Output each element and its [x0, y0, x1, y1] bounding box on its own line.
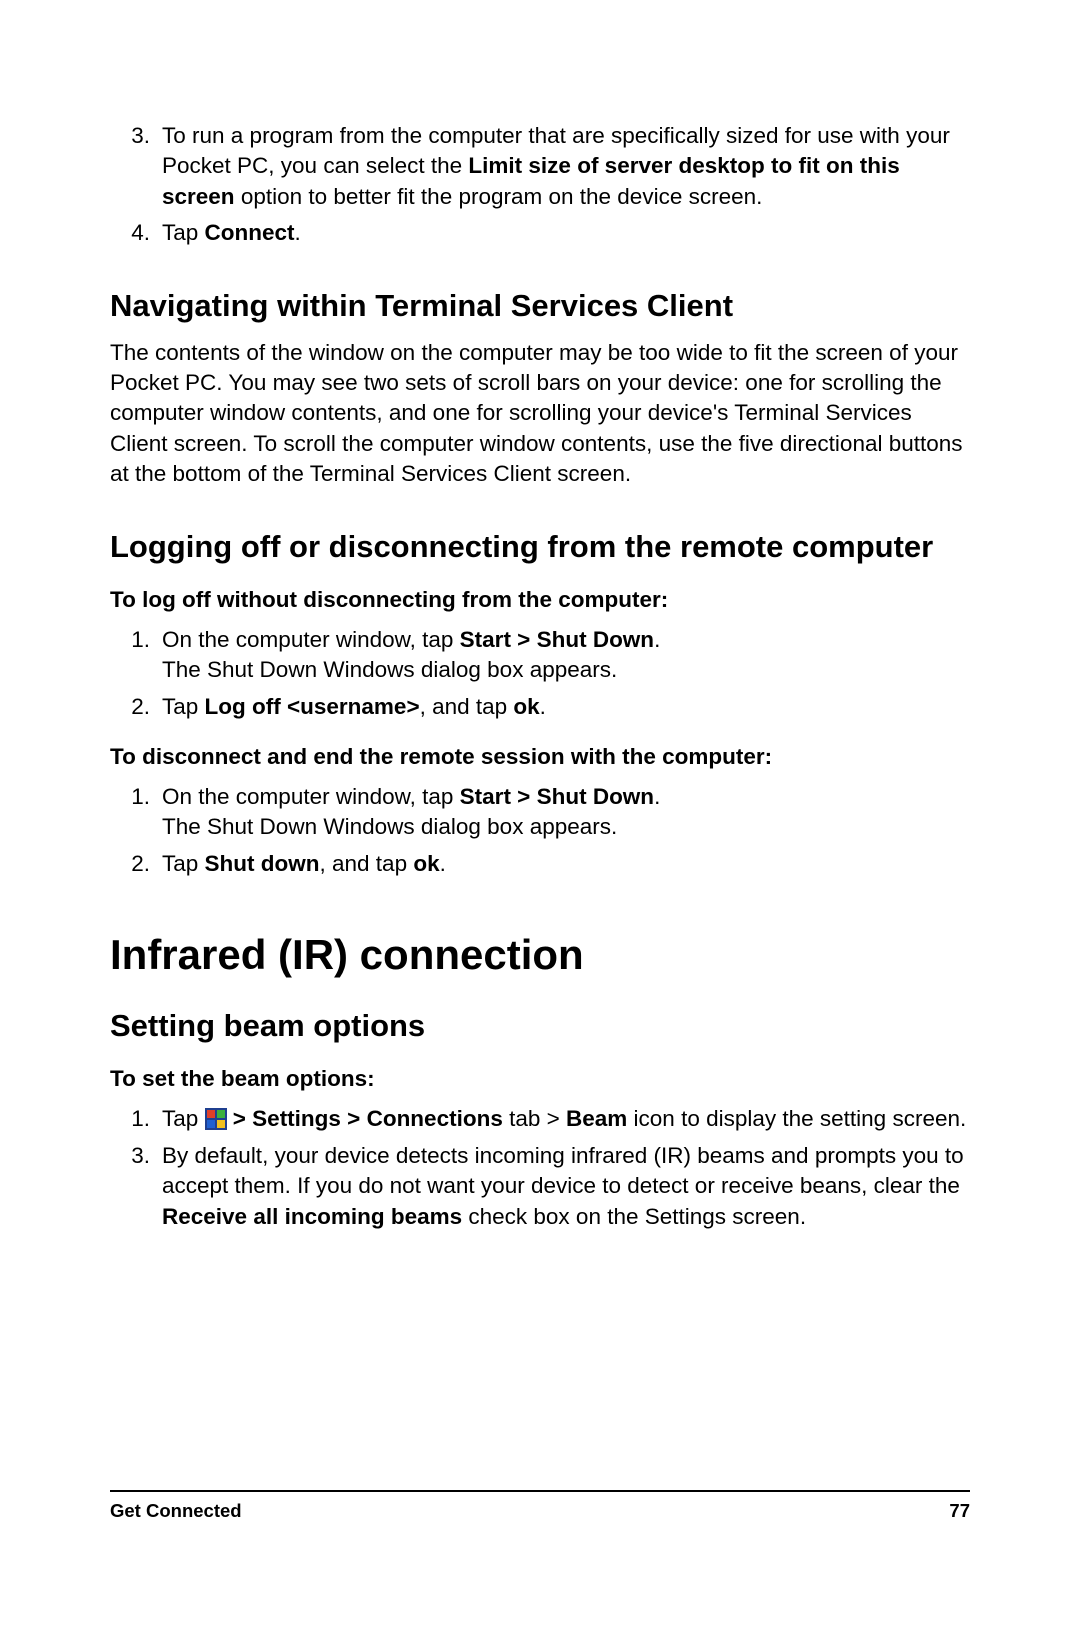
section-heading-navigating: Navigating within Terminal Services Clie…	[110, 287, 970, 324]
list-body: Tap Connect.	[162, 218, 970, 248]
chapter-heading-infrared: Infrared (IR) connection	[110, 931, 970, 979]
footer-section-title: Get Connected	[110, 1500, 242, 1522]
body-paragraph: The contents of the window on the comput…	[110, 338, 970, 490]
list-marker: 1.	[110, 782, 162, 843]
text: .	[654, 627, 660, 652]
text: On the computer window, tap	[162, 627, 460, 652]
list-body: On the computer window, tap Start > Shut…	[162, 625, 970, 686]
list-body: On the computer window, tap Start > Shut…	[162, 782, 970, 843]
text: On the computer window, tap	[162, 784, 460, 809]
text: , and tap	[320, 851, 414, 876]
text: The Shut Down Windows dialog box appears…	[162, 814, 617, 839]
text: Tap	[162, 1106, 205, 1131]
list-marker: 1.	[110, 1104, 162, 1134]
bold-text: Receive all incoming beams	[162, 1204, 462, 1229]
text: The Shut Down Windows dialog box appears…	[162, 657, 617, 682]
list-body: Tap > Settings > Connections tab > Beam …	[162, 1104, 970, 1134]
text: .	[440, 851, 446, 876]
list-marker: 1.	[110, 625, 162, 686]
list-body: To run a program from the computer that …	[162, 121, 970, 212]
list-body: Tap Shut down, and tap ok.	[162, 849, 970, 879]
section-heading-logging: Logging off or disconnecting from the re…	[110, 528, 970, 565]
bold-text: Log off <username>	[205, 694, 420, 719]
text: .	[540, 694, 546, 719]
ordered-list-item: 3. By default, your device detects incom…	[110, 1141, 970, 1232]
section-heading-beam: Setting beam options	[110, 1007, 970, 1044]
bold-text: > Settings > Connections	[227, 1106, 503, 1131]
bold-text: Start > Shut Down	[460, 627, 654, 652]
page-number: 77	[949, 1500, 970, 1522]
text: .	[295, 220, 301, 245]
text: tab >	[503, 1106, 566, 1131]
subheading-disconnect: To disconnect and end the remote session…	[110, 744, 970, 770]
bold-text: ok	[413, 851, 439, 876]
text: Tap	[162, 851, 205, 876]
ordered-list-item: 4. Tap Connect.	[110, 218, 970, 248]
ordered-list-item: 2. Tap Log off <username>, and tap ok.	[110, 692, 970, 722]
text: .	[654, 784, 660, 809]
bold-text: ok	[513, 694, 539, 719]
text: Tap	[162, 220, 205, 245]
ordered-list-item: 2. Tap Shut down, and tap ok.	[110, 849, 970, 879]
text: option to better fit the program on the …	[235, 184, 763, 209]
list-marker: 2.	[110, 692, 162, 722]
bold-text: Beam	[566, 1106, 627, 1131]
text: check box on the Settings screen.	[462, 1204, 806, 1229]
bold-text: Start > Shut Down	[460, 784, 654, 809]
text: By default, your device detects incoming…	[162, 1143, 964, 1198]
list-marker: 3.	[110, 121, 162, 212]
text: , and tap	[420, 694, 514, 719]
subheading-beam-options: To set the beam options:	[110, 1066, 970, 1092]
ordered-list-item: 1. Tap > Settings > Connections tab > Be…	[110, 1104, 970, 1134]
list-marker: 3.	[110, 1141, 162, 1232]
page-footer: Get Connected 77	[110, 1490, 970, 1522]
text: icon to display the setting screen.	[627, 1106, 966, 1131]
windows-start-icon	[205, 1108, 227, 1130]
ordered-list-item: 1. On the computer window, tap Start > S…	[110, 782, 970, 843]
list-marker: 4.	[110, 218, 162, 248]
page: 3. To run a program from the computer th…	[0, 0, 1080, 1627]
bold-text: Connect	[205, 220, 295, 245]
ordered-list-item: 1. On the computer window, tap Start > S…	[110, 625, 970, 686]
text: Tap	[162, 694, 205, 719]
bold-text: Shut down	[205, 851, 320, 876]
list-body: By default, your device detects incoming…	[162, 1141, 970, 1232]
ordered-list-item: 3. To run a program from the computer th…	[110, 121, 970, 212]
subheading-logoff: To log off without disconnecting from th…	[110, 587, 970, 613]
list-marker: 2.	[110, 849, 162, 879]
list-body: Tap Log off <username>, and tap ok.	[162, 692, 970, 722]
